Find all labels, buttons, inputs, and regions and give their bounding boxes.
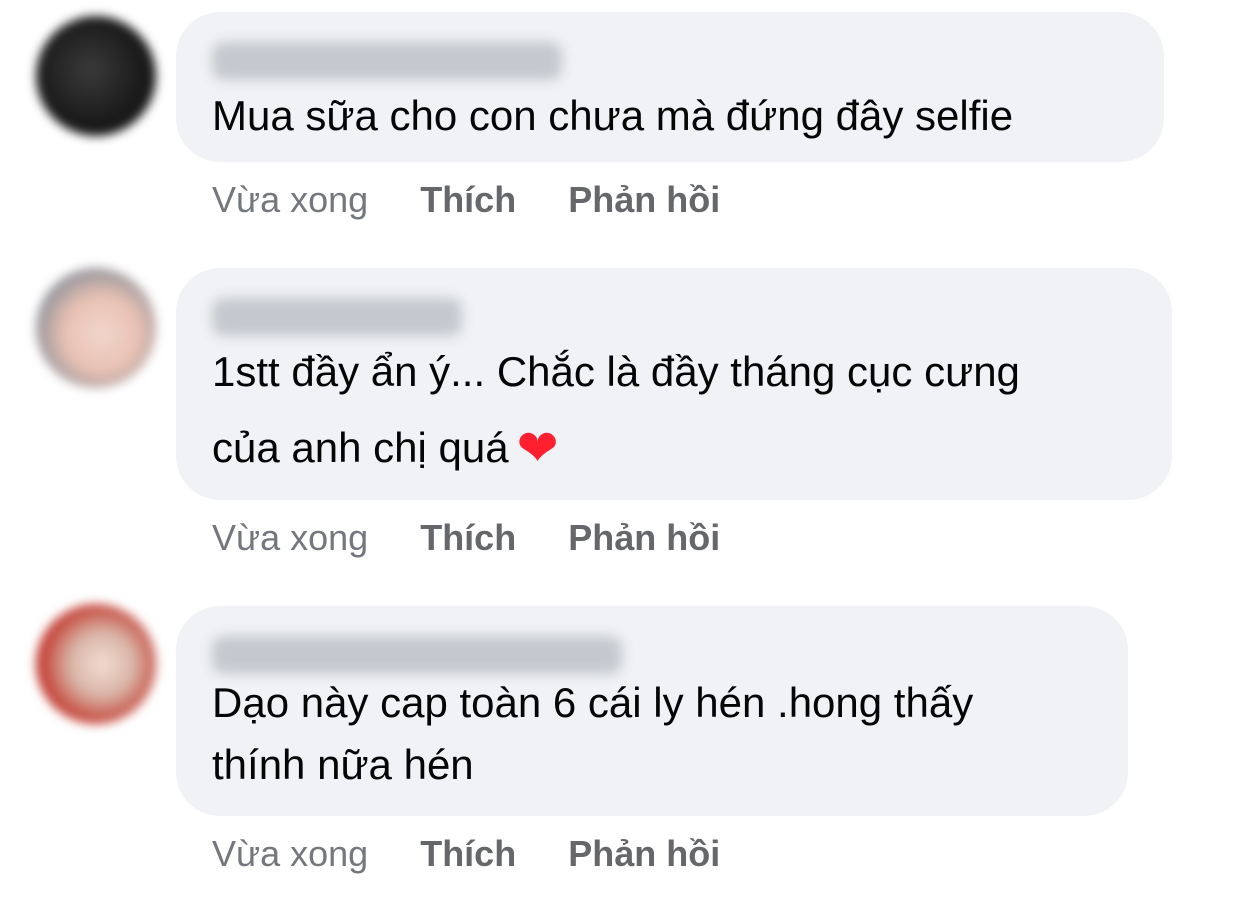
- author-name-blurred[interactable]: [212, 636, 622, 674]
- comment-text: Dạo này cap toàn 6 cái ly hén .hong thấy…: [212, 679, 974, 788]
- heart-emoji-icon: ❤: [516, 419, 559, 477]
- author-name-blurred[interactable]: [212, 298, 462, 336]
- comment-text: Mua sữa cho con chưa mà đứng đây selfie: [212, 92, 1014, 139]
- comment-time[interactable]: Vừa xong: [212, 176, 368, 224]
- comment-actions: Vừa xong Thích Phản hồi: [212, 830, 720, 878]
- comment-time[interactable]: Vừa xong: [212, 830, 368, 878]
- comment-time[interactable]: Vừa xong: [212, 514, 368, 562]
- reply-button[interactable]: Phản hồi: [568, 830, 720, 878]
- author-name-blurred[interactable]: [212, 42, 562, 80]
- reply-button[interactable]: Phản hồi: [568, 514, 720, 562]
- comment-text-content: 1stt đầy ẩn ý... Chắc là đầy tháng cục c…: [212, 348, 1020, 471]
- like-button[interactable]: Thích: [420, 830, 516, 878]
- avatar[interactable]: [36, 268, 156, 388]
- comment-actions: Vừa xong Thích Phản hồi: [212, 176, 720, 224]
- like-button[interactable]: Thích: [420, 176, 516, 224]
- comment-text: 1stt đầy ẩn ý... Chắc là đầy tháng cục c…: [212, 334, 1020, 486]
- comment-bubble: Dạo này cap toàn 6 cái ly hén .hong thấy…: [176, 606, 1128, 816]
- reply-button[interactable]: Phản hồi: [568, 176, 720, 224]
- like-button[interactable]: Thích: [420, 514, 516, 562]
- comment-bubble: Mua sữa cho con chưa mà đứng đây selfie: [176, 12, 1164, 162]
- avatar[interactable]: [36, 604, 156, 724]
- comment-actions: Vừa xong Thích Phản hồi: [212, 514, 720, 562]
- comment-bubble: 1stt đầy ẩn ý... Chắc là đầy tháng cục c…: [176, 268, 1172, 500]
- avatar[interactable]: [36, 16, 156, 136]
